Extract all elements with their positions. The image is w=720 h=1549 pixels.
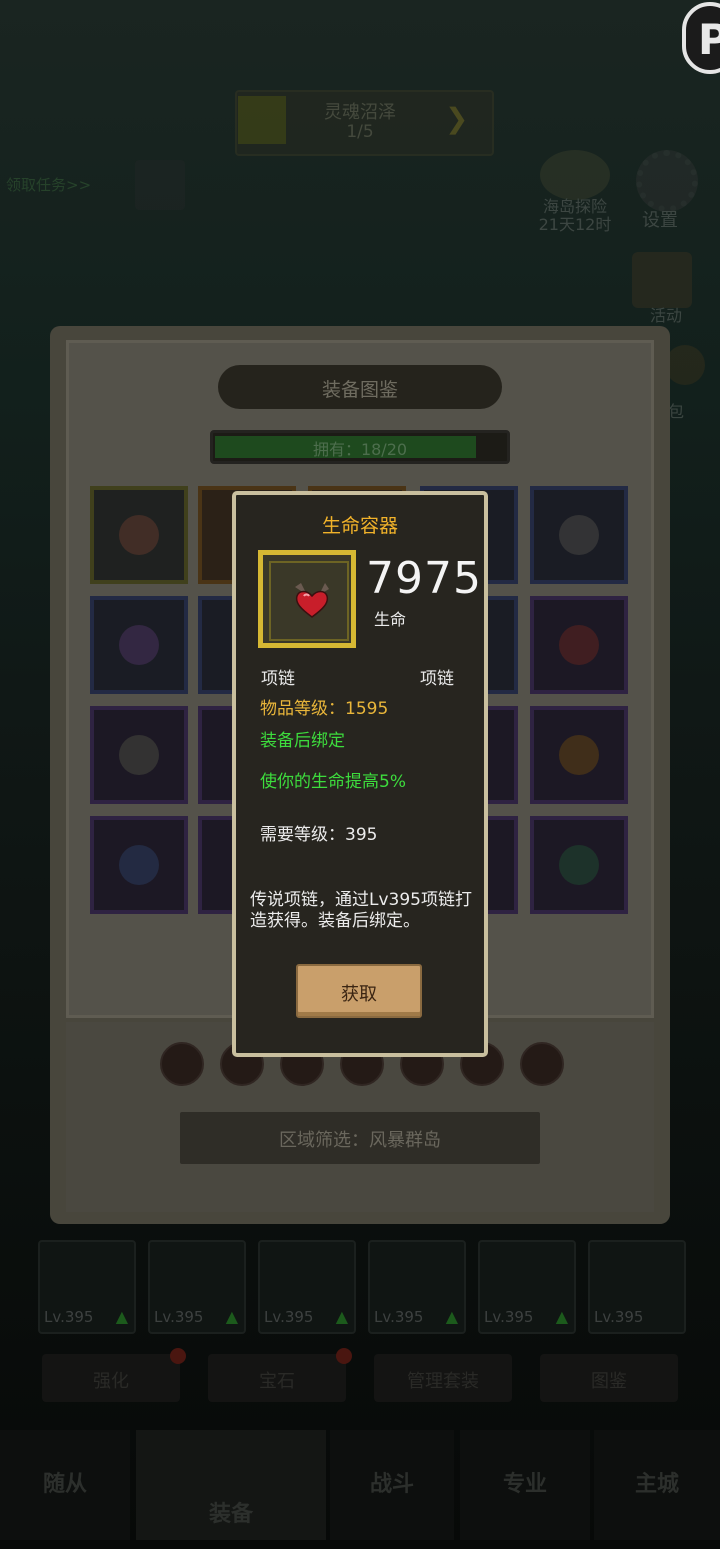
event-name: 海岛探险 — [542, 197, 607, 216]
nav-battle-label: 战斗 — [369, 1472, 414, 1497]
codex-slot[interactable] — [530, 486, 628, 584]
nav-equipment-label: 装备 — [208, 1502, 253, 1527]
eye-necklace-icon — [119, 735, 159, 775]
codex-label: 图鉴 — [591, 1371, 627, 1392]
emerald-necklace-icon — [559, 845, 599, 885]
codex-slot[interactable] — [90, 706, 188, 804]
quest-icon — [238, 96, 286, 144]
settings-label: 设置 — [642, 210, 678, 231]
equipment-level: Lv.395 — [374, 1308, 424, 1326]
purple-orb-necklace-icon — [119, 625, 159, 665]
upgrade-arrow-icon: ▲ — [115, 1307, 128, 1326]
item-name: 生命容器 — [321, 515, 398, 537]
heart-necklace-icon — [119, 515, 159, 555]
red-gem-necklace-icon — [559, 625, 599, 665]
upgrade-arrow-icon: ▲ — [555, 1307, 568, 1326]
activity-label: 活动 — [650, 306, 683, 325]
equipment-slot[interactable]: Lv.395 ▲ — [38, 1240, 136, 1334]
upgrade-arrow-icon: ▲ — [445, 1307, 458, 1326]
equipment-slot[interactable]: Lv.395 ▲ — [148, 1240, 246, 1334]
obtain-button-label: 获取 — [341, 984, 377, 1005]
equipment-slot[interactable]: Lv.395 — [588, 1240, 686, 1334]
required-level: 需要等级：395 — [260, 825, 378, 845]
quest-title: 灵魂沼泽 — [324, 102, 396, 123]
equipment-level: Lv.395 — [484, 1308, 534, 1326]
region-dot[interactable] — [520, 1042, 564, 1086]
codex-slot[interactable] — [530, 706, 628, 804]
item-level: 物品等级：1595 — [260, 699, 389, 719]
item-slot: 项链 — [420, 669, 454, 689]
codex-slot[interactable] — [90, 596, 188, 694]
codex-slot[interactable] — [530, 596, 628, 694]
nav-followers-label: 随从 — [42, 1472, 87, 1497]
codex-title: 装备图鉴 — [321, 379, 398, 401]
crown-necklace-icon — [119, 845, 159, 885]
nav-profession-label: 专业 — [502, 1472, 547, 1497]
gear-icon[interactable] — [636, 150, 698, 212]
region-filter-label: 区域筛选：风暴群岛 — [279, 1130, 441, 1151]
quest-arrow-icon[interactable]: ❯ — [445, 104, 475, 134]
codex-button[interactable]: 图鉴 — [540, 1354, 678, 1402]
item-icon-frame — [258, 550, 356, 648]
manage-set-button[interactable]: 管理套装 — [374, 1354, 512, 1402]
bag-label: 包 — [668, 402, 685, 421]
codex-slot[interactable] — [90, 486, 188, 584]
item-stat-name: 生命 — [374, 610, 407, 629]
item-effect: 使你的生命提高5% — [260, 772, 406, 792]
nav-equipment[interactable]: 装备 — [136, 1430, 326, 1540]
nav-city[interactable]: 主城 — [594, 1430, 720, 1540]
upgrade-arrow-icon: ▲ — [335, 1307, 348, 1326]
island-event-icon[interactable] — [540, 150, 610, 200]
amber-necklace-icon — [559, 735, 599, 775]
equipment-level: Lv.395 — [264, 1308, 314, 1326]
alert-badge — [170, 1348, 186, 1364]
equipment-level: Lv.395 — [44, 1308, 94, 1326]
activity-icon[interactable] — [632, 252, 692, 308]
equipment-level: Lv.395 — [594, 1308, 644, 1326]
heart-necklace-icon — [295, 583, 329, 618]
equipment-slot[interactable]: Lv.395 ▲ — [478, 1240, 576, 1334]
nav-battle[interactable]: 战斗 — [330, 1430, 454, 1540]
island-event-label: 海岛探险 21天12时 — [520, 198, 630, 234]
bag-icon[interactable] — [665, 345, 705, 385]
gem-label: 宝石 — [259, 1371, 295, 1392]
claim-task-link[interactable]: 领取任务>> — [6, 174, 91, 195]
item-description: 传说项链，通过Lv395项链打造获得。装备后绑定。 — [250, 890, 472, 931]
enhance-button[interactable]: 强化 — [42, 1348, 186, 1402]
equipment-level: Lv.395 — [154, 1308, 204, 1326]
equipment-slot[interactable]: Lv.395 ▲ — [368, 1240, 466, 1334]
grid-menu-icon[interactable] — [135, 160, 185, 210]
item-stat-value: 7975 — [366, 553, 482, 604]
region-dot[interactable] — [160, 1042, 204, 1086]
alert-badge — [336, 1348, 352, 1364]
upgrade-arrow-icon: ▲ — [225, 1307, 238, 1326]
owned-count: 拥有：18/20 — [312, 440, 408, 459]
gem-button[interactable]: 宝石 — [208, 1348, 352, 1402]
enhance-label: 强化 — [93, 1371, 129, 1392]
obtain-button[interactable]: 获取 — [296, 964, 422, 1018]
codex-slot[interactable] — [90, 816, 188, 914]
item-type: 项链 — [261, 669, 295, 689]
manage-set-label: 管理套装 — [407, 1371, 479, 1392]
codex-slot[interactable] — [530, 816, 628, 914]
nav-city-label: 主城 — [634, 1472, 679, 1497]
event-time: 21天12时 — [538, 215, 612, 234]
nav-profession[interactable]: 专业 — [460, 1430, 590, 1540]
nav-followers[interactable]: 随从 — [0, 1430, 130, 1540]
item-bind: 装备后绑定 — [260, 731, 345, 751]
quest-progress: 1/5 — [346, 122, 374, 142]
corner-badge[interactable]: P — [682, 2, 720, 74]
equipment-slot[interactable]: Lv.395 ▲ — [258, 1240, 356, 1334]
item-icon-inner — [269, 561, 349, 641]
gear-necklace-icon — [559, 515, 599, 555]
